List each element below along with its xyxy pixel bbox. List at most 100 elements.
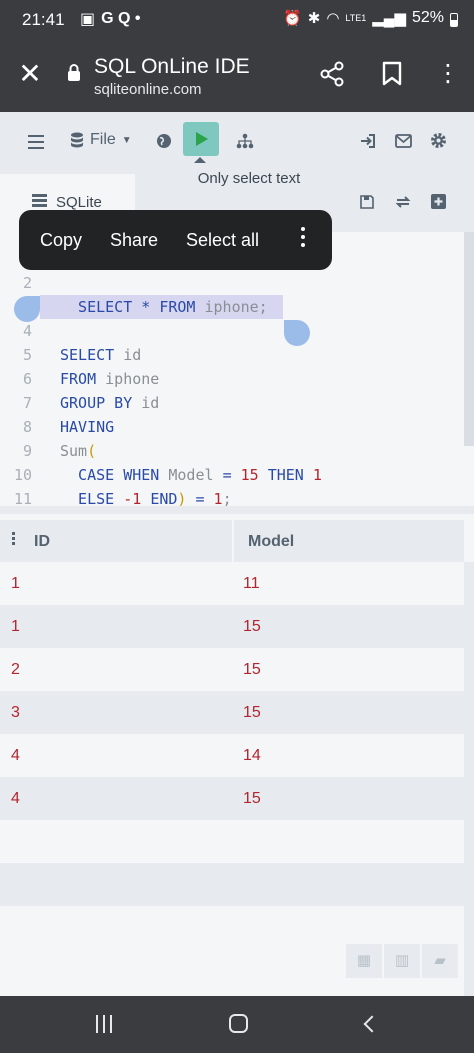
table-row[interactable]: 4 14 [0, 734, 464, 777]
code-token: ( [87, 442, 97, 460]
selection-end-handle[interactable] [284, 320, 310, 346]
code-text: ELSE -1 END) = 1; [60, 490, 232, 506]
share-menu-item[interactable]: Share [110, 230, 158, 251]
code-token: id [141, 394, 160, 412]
column-options-icon[interactable] [12, 532, 15, 547]
chart-view-icon[interactable]: ▥ [384, 944, 420, 978]
line-number: 2 [22, 274, 32, 292]
home-icon[interactable] [229, 1014, 248, 1033]
code-token: 15 [240, 466, 268, 484]
signal-icon: ▂▄▆ [372, 10, 406, 27]
cell-id: 1 [11, 575, 20, 592]
table-row[interactable]: 1 11 [0, 562, 464, 605]
column-header-id[interactable]: ID [34, 533, 50, 551]
code-line[interactable]: 5 SELECT id [0, 346, 460, 370]
battery-percent: 52% [411, 9, 444, 26]
column-divider[interactable] [232, 520, 234, 562]
hamburger-menu-icon[interactable] [28, 135, 44, 149]
bookmark-icon[interactable] [381, 61, 403, 87]
alarm-icon: ⏰ [283, 10, 302, 27]
selection-start-handle[interactable] [14, 296, 40, 322]
more-vert-icon[interactable] [301, 227, 307, 251]
recents-icon[interactable] [96, 1015, 112, 1033]
chevron-down-icon: ▼ [121, 134, 132, 146]
server-icon [32, 194, 47, 208]
code-token: = [186, 490, 214, 506]
more-options-icon[interactable]: ⋮ [436, 60, 460, 88]
share-icon[interactable] [318, 60, 346, 88]
close-icon[interactable]: ✕ [16, 60, 44, 88]
status-bar: 21:41 ▣ G Q • ⏰ ✱ ◠ LTE1 ▂▄▆ 52% [0, 0, 474, 40]
code-line[interactable]: 7 GROUP BY id [0, 394, 460, 418]
code-line[interactable]: 8 HAVING [0, 418, 460, 442]
file-menu-button[interactable]: File ▼ [70, 131, 132, 149]
status-left-text: G Q • [101, 10, 141, 27]
table-row[interactable]: 1 15 [0, 605, 464, 648]
empty-row [0, 863, 464, 906]
code-token: 1 [312, 466, 322, 484]
system-nav-bar [0, 996, 474, 1053]
refresh-icon[interactable] [394, 195, 412, 209]
table-row[interactable]: 3 15 [0, 691, 464, 734]
line-number: 6 [22, 370, 32, 388]
cell-model: 14 [243, 747, 261, 764]
results-scrollbar[interactable] [464, 562, 474, 996]
code-token: id [123, 346, 142, 364]
schema-tree-icon[interactable] [236, 133, 254, 149]
back-icon[interactable] [363, 1015, 381, 1033]
line-number: 10 [13, 466, 32, 484]
table-view-icon[interactable]: ▦ [346, 944, 382, 978]
code-token: FROM [60, 370, 106, 388]
table-row[interactable]: 4 15 [0, 777, 464, 820]
page-url[interactable]: sqliteonline.com [94, 81, 202, 98]
status-time: 21:41 [22, 10, 65, 29]
status-notification-icons: ▣ G Q • [80, 9, 141, 29]
copy-menu-item[interactable]: Copy [40, 230, 82, 251]
code-token: iphone; [204, 298, 268, 316]
code-line[interactable]: SELECT * FROM iphone; [0, 298, 460, 322]
gear-icon[interactable] [430, 132, 447, 149]
code-token: -1 [123, 490, 151, 506]
code-token: GROUP BY [60, 394, 142, 412]
select-all-menu-item[interactable]: Select all [186, 230, 259, 251]
status-right-icons: ⏰ ✱ ◠ LTE1 ▂▄▆ 52% [283, 9, 458, 27]
editor-scrollbar[interactable] [464, 232, 474, 446]
sign-in-icon[interactable] [360, 133, 376, 149]
code-text: GROUP BY id [60, 394, 159, 412]
column-header-model[interactable]: Model [248, 533, 294, 551]
mail-icon[interactable] [395, 134, 412, 148]
cell-model: 15 [243, 661, 261, 678]
cell-model: 11 [243, 575, 260, 592]
globe-icon[interactable] [156, 133, 172, 149]
code-token: SELECT [60, 346, 124, 364]
bluetooth-icon: ✱ [307, 10, 321, 27]
code-token: CASE WHEN [60, 466, 169, 484]
run-button[interactable] [183, 122, 219, 156]
code-token: = [222, 466, 241, 484]
sql-editor[interactable]: 2 SELECT * FROM iphone; 4 5 SELECT id 6 FROM … [0, 232, 474, 506]
line-number: 7 [22, 394, 32, 412]
code-line[interactable]: 2 [0, 274, 460, 298]
code-line[interactable]: 10 CASE WHEN Model = 15 THEN 1 [0, 466, 460, 490]
line-number: 11 [13, 490, 32, 506]
panel-divider[interactable] [0, 506, 474, 514]
results-header-row: ID Model [0, 520, 464, 562]
network-label: LTE1 [345, 13, 367, 23]
wifi-icon: ◠ [326, 10, 340, 27]
line-number: 9 [22, 442, 32, 460]
code-line[interactable]: 11 ELSE -1 END) = 1; [0, 490, 460, 506]
add-tab-icon[interactable] [431, 194, 446, 209]
browser-toolbar: ✕ SQL OnLine IDE sqliteonline.com ⋮ [0, 40, 474, 112]
notebook-view-icon[interactable]: ▰ [422, 944, 458, 978]
code-line[interactable]: 4 [0, 322, 460, 346]
gallery-icon: ▣ [80, 11, 96, 28]
code-token: ; [222, 490, 232, 506]
code-line[interactable]: 6 FROM iphone [0, 370, 460, 394]
code-line[interactable]: 9 Sum( [0, 442, 460, 466]
run-tooltip: Only select text [184, 164, 314, 194]
code-token: FROM [159, 298, 205, 316]
line-number: 4 [22, 322, 32, 340]
code-text: CASE WHEN Model = 15 THEN 1 [60, 466, 322, 484]
save-icon[interactable] [360, 195, 374, 209]
table-row[interactable]: 2 15 [0, 648, 464, 691]
